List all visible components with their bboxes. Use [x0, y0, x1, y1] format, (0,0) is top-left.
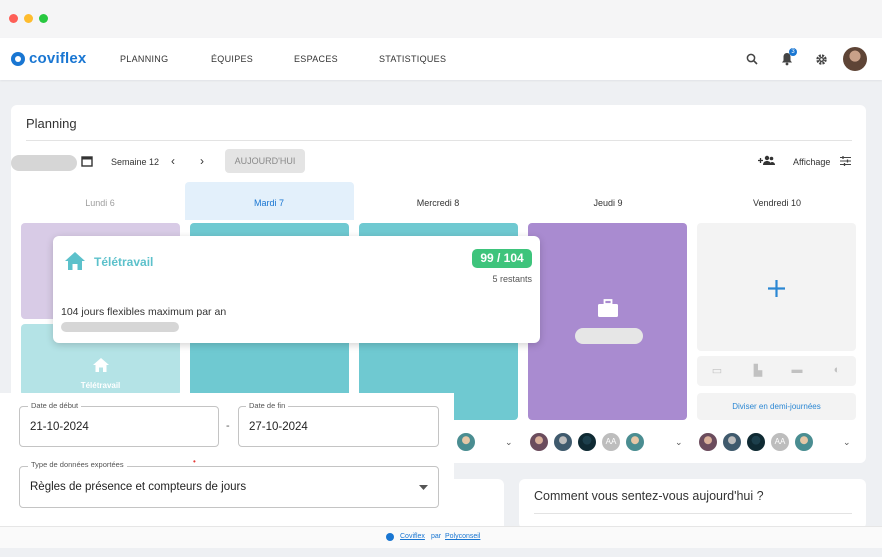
building-icon[interactable]: ▙	[750, 364, 766, 377]
footer-brand-link[interactable]: Coviflex	[400, 533, 425, 540]
display-label[interactable]: Affichage	[793, 157, 830, 167]
day-header-vendredi: Vendredi 10	[752, 198, 802, 208]
chevron-down-icon[interactable]: ⌄	[843, 437, 851, 448]
start-date-label: Date de début	[28, 401, 82, 410]
avatar[interactable]	[576, 431, 598, 453]
day-header-lundi: Lundi 6	[85, 198, 115, 208]
divider	[26, 140, 852, 141]
teletravail-tooltip: Télétravail 99 / 104 5 restants 104 jour…	[53, 236, 540, 343]
user-avatar[interactable]	[843, 47, 867, 71]
end-date-value[interactable]: 27-10-2024	[249, 421, 308, 433]
home-icon	[65, 252, 85, 270]
background-strip	[0, 548, 882, 557]
today-button[interactable]: AUJOURD'HUI	[225, 149, 305, 173]
nav-statistiques[interactable]: STATISTIQUES	[379, 54, 446, 64]
window-titlebar	[0, 0, 882, 38]
start-date-value[interactable]: 21-10-2024	[30, 421, 89, 433]
remaining-label: 5 restants	[492, 274, 532, 284]
coviflex-logo-icon	[386, 533, 394, 541]
search-icon[interactable]	[746, 53, 758, 65]
vendredi-add-card[interactable]	[697, 223, 856, 351]
caret-down-icon[interactable]	[419, 485, 428, 491]
monitor-icon[interactable]: ▭	[709, 364, 725, 377]
export-type-value[interactable]: Règles de présence et compteurs de jours	[30, 481, 246, 493]
loading-placeholder	[11, 155, 77, 171]
footer-company-link[interactable]: Polyconseil	[445, 533, 480, 540]
split-day-button[interactable]: Diviser en demi-journées	[697, 393, 856, 420]
avatar-initials[interactable]: AA	[769, 431, 791, 453]
coviflex-logo-icon	[11, 51, 25, 66]
day-header-jeudi: Jeudi 9	[593, 198, 623, 208]
prev-week-icon[interactable]: ‹	[171, 154, 175, 168]
footer-by: par	[431, 533, 442, 540]
top-navbar: coviflex PLANNING ÉQUIPES ESPACES STATIS…	[0, 38, 882, 80]
avatar[interactable]	[552, 431, 574, 453]
loading-placeholder	[61, 322, 179, 332]
tooltip-description: 104 jours flexibles maximum par an	[61, 306, 227, 318]
export-dialog: 21-10-2024 Date de début - 27-10-2024 Da…	[0, 393, 454, 526]
jeudi-card[interactable]	[528, 223, 687, 420]
nav-planning[interactable]: PLANNING	[120, 54, 168, 64]
divider	[534, 513, 852, 514]
home-icon	[93, 358, 109, 372]
avatar[interactable]	[624, 431, 646, 453]
partial-card	[454, 479, 504, 529]
briefcase-icon	[598, 299, 618, 317]
avatar[interactable]	[528, 431, 550, 453]
mood-card: Comment vous sentez-vous aujourd'hui ?	[519, 479, 866, 529]
lundi-card-label: Télétravail	[80, 381, 121, 390]
gear-icon[interactable]	[815, 53, 828, 66]
day-header-mardi: Mardi 7	[253, 198, 284, 208]
export-type-label: Type de données exportées	[28, 460, 127, 469]
day-header-mercredi: Mercredi 8	[416, 198, 460, 208]
avatar[interactable]	[721, 431, 743, 453]
chevron-down-icon[interactable]: ⌄	[505, 437, 513, 448]
avatar[interactable]	[697, 431, 719, 453]
export-type-select[interactable]: Règles de présence et compteurs de jours	[19, 466, 439, 508]
next-week-icon[interactable]: ›	[200, 154, 204, 168]
required-marker: •	[193, 457, 196, 466]
mood-question: Comment vous sentez-vous aujourd'hui ?	[534, 489, 764, 503]
plus-icon[interactable]	[767, 279, 786, 298]
notification-badge: 3	[789, 48, 797, 56]
end-date-label: Date de fin	[246, 401, 289, 410]
car-icon[interactable]: ▬	[789, 364, 805, 376]
avatar[interactable]	[745, 431, 767, 453]
nav-equipes[interactable]: ÉQUIPES	[211, 54, 253, 64]
loading-placeholder	[575, 328, 643, 344]
brand-name: coviflex	[29, 50, 87, 67]
avatar-initials[interactable]: AA	[600, 431, 622, 453]
calendar-icon[interactable]	[81, 155, 93, 167]
minimize-window-dot[interactable]	[24, 14, 33, 23]
tooltip-title: Télétravail	[94, 255, 154, 269]
start-date-field[interactable]: 21-10-2024	[19, 406, 219, 447]
tune-icon[interactable]	[840, 156, 851, 166]
page-title: Planning	[26, 116, 77, 131]
close-window-dot[interactable]	[9, 14, 18, 23]
date-separator: -	[226, 420, 230, 432]
week-label: Semaine 12	[111, 157, 160, 167]
end-date-field[interactable]: 27-10-2024	[238, 406, 439, 447]
add-group-icon[interactable]	[758, 155, 775, 166]
avatar[interactable]	[793, 431, 815, 453]
maximize-window-dot[interactable]	[39, 14, 48, 23]
moon-icon[interactable]: ◐	[829, 364, 845, 376]
avatar[interactable]	[455, 431, 477, 453]
split-day-label: Diviser en demi-journées	[732, 402, 821, 411]
brand-logo[interactable]: coviflex	[11, 50, 86, 67]
nav-espaces[interactable]: ESPACES	[294, 54, 338, 64]
counter-badge: 99 / 104	[472, 249, 532, 268]
chevron-down-icon[interactable]: ⌄	[675, 437, 683, 448]
